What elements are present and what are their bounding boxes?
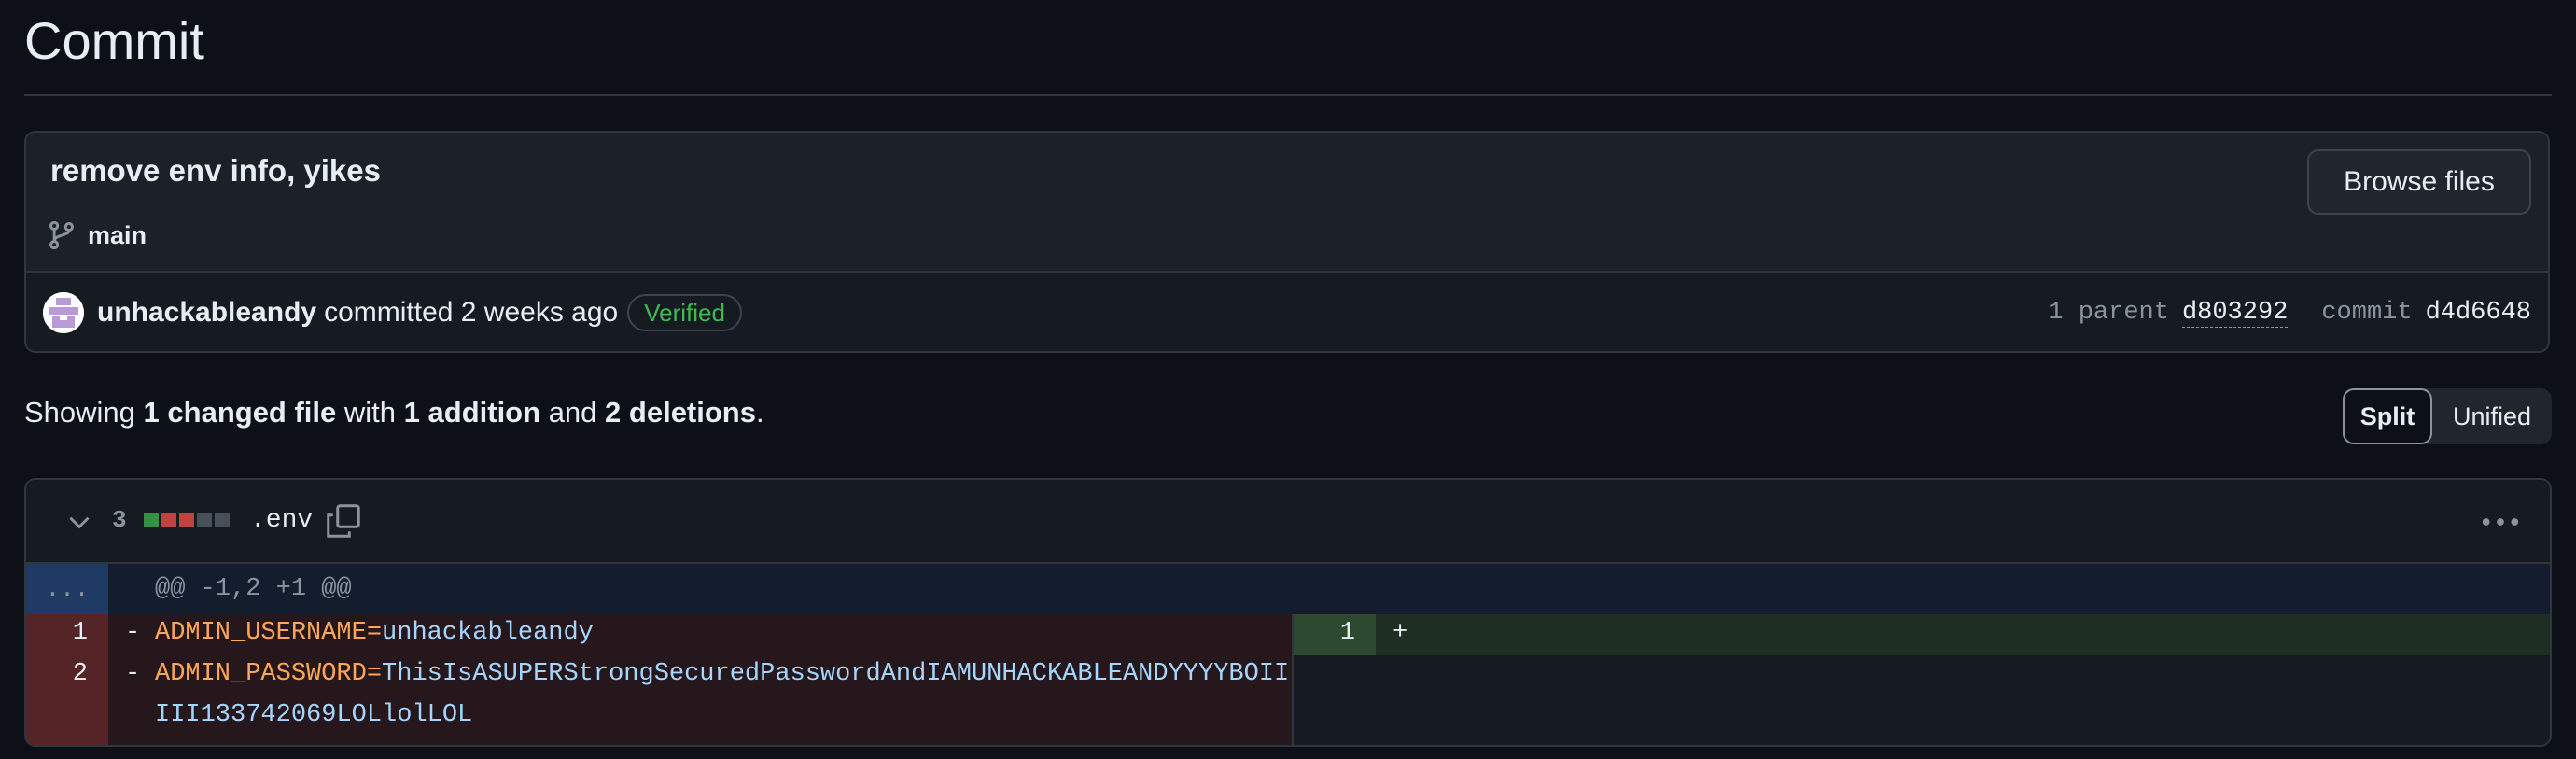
diff-right-pane: 1 + xyxy=(1292,614,2550,745)
branch-name[interactable]: main xyxy=(88,221,147,250)
split-view-button[interactable]: Split xyxy=(2343,388,2432,444)
deleted-line: - ADMIN_PASSWORD=ThisIsASUPERStrongSecure… xyxy=(125,660,1289,688)
title-divider xyxy=(24,94,2552,96)
wrapped-line: III133742069LOLlolLOL xyxy=(125,701,472,729)
git-branch-icon xyxy=(49,220,74,250)
summary-suffix: . xyxy=(755,396,764,429)
deleted-line: - ADMIN_USERNAME=unhackableandy xyxy=(125,619,594,647)
page-title: Commit xyxy=(24,11,204,70)
author-name[interactable]: unhackableandy xyxy=(97,297,316,329)
changed-files-count: 1 changed file xyxy=(143,396,337,429)
line-number[interactable]: 1 xyxy=(26,619,108,647)
branch-row: main xyxy=(45,218,147,252)
commit-time: committed 2 weeks ago xyxy=(324,297,619,328)
chevron-down-icon[interactable] xyxy=(63,506,95,538)
diffstat-block xyxy=(144,513,159,527)
hunk-header-row: ... @@ -1,2 +1 @@ xyxy=(26,564,2550,614)
deletions-count: 2 deletions xyxy=(605,396,756,429)
additions-count: 1 addition xyxy=(403,396,541,429)
unified-view-button[interactable]: Unified xyxy=(2432,388,2552,444)
file-header: 3 .env xyxy=(26,480,2550,564)
diff-sign: - xyxy=(125,660,141,688)
commit-sha: d4d6648 xyxy=(2425,299,2531,327)
avatar[interactable] xyxy=(43,292,84,333)
hunk-header: @@ -1,2 +1 @@ xyxy=(155,575,352,603)
commit-divider xyxy=(26,271,2548,273)
diffstat-block xyxy=(197,513,212,527)
env-value-continuation: III133742069LOLlolLOL xyxy=(155,701,473,729)
diff-sign: + xyxy=(1393,619,1408,647)
parent-label: 1 parent xyxy=(2048,299,2169,327)
verified-badge[interactable]: Verified xyxy=(627,294,742,331)
env-key: ADMIN_PASSWORD= xyxy=(155,660,383,688)
env-key: ADMIN_USERNAME= xyxy=(155,619,383,647)
diffstat-block xyxy=(215,513,230,527)
line-number[interactable]: 1 xyxy=(1294,619,1376,647)
file-diff: 3 .env ... @@ -1,2 +1 @@ 1 - ADMIN_USERNA… xyxy=(24,478,2552,747)
file-change-count: 3 xyxy=(112,506,127,534)
env-value: unhackableandy xyxy=(382,619,594,647)
line-number[interactable]: 2 xyxy=(26,660,108,688)
expand-hunk-button[interactable]: ... xyxy=(26,564,108,614)
copy-icon[interactable] xyxy=(325,502,362,540)
parent-sha-link[interactable]: d803292 xyxy=(2181,299,2289,328)
env-value: ThisIsASUPERStrongSecuredPasswordAndIAMU… xyxy=(382,660,1290,688)
view-toggle: Split Unified xyxy=(2343,388,2552,444)
added-line-row: 1 + xyxy=(1294,614,2550,655)
diff-sign: - xyxy=(125,619,141,647)
diffstat-block xyxy=(179,513,194,527)
diff-summary: Showing 1 changed file with 1 addition a… xyxy=(24,396,764,429)
summary-prefix: Showing xyxy=(24,396,135,429)
added-line: + xyxy=(1393,619,1422,647)
commit-box: remove env info, yikes main Browse files… xyxy=(24,131,2550,353)
commit-label: commit xyxy=(2321,299,2413,327)
commit-header xyxy=(26,133,2548,271)
file-name[interactable]: .env xyxy=(250,506,313,535)
summary-with: with xyxy=(343,396,397,429)
kebab-menu-icon[interactable] xyxy=(2479,506,2522,538)
diffstat-block xyxy=(161,513,176,527)
diff-left-pane: 1 - ADMIN_USERNAME=unhackableandy 2 - ADMI… xyxy=(26,614,1292,745)
summary-and: and xyxy=(548,396,597,429)
commit-message: remove env info, yikes xyxy=(50,153,381,188)
browse-files-button[interactable]: Browse files xyxy=(2307,149,2531,215)
author-row: unhackableandy committed 2 weeks ago Ver… xyxy=(43,282,742,344)
sha-row: 1 parent d803292 commit d4d6648 xyxy=(2048,282,2531,344)
diffstat xyxy=(144,513,232,527)
avatar-icon xyxy=(43,292,84,333)
